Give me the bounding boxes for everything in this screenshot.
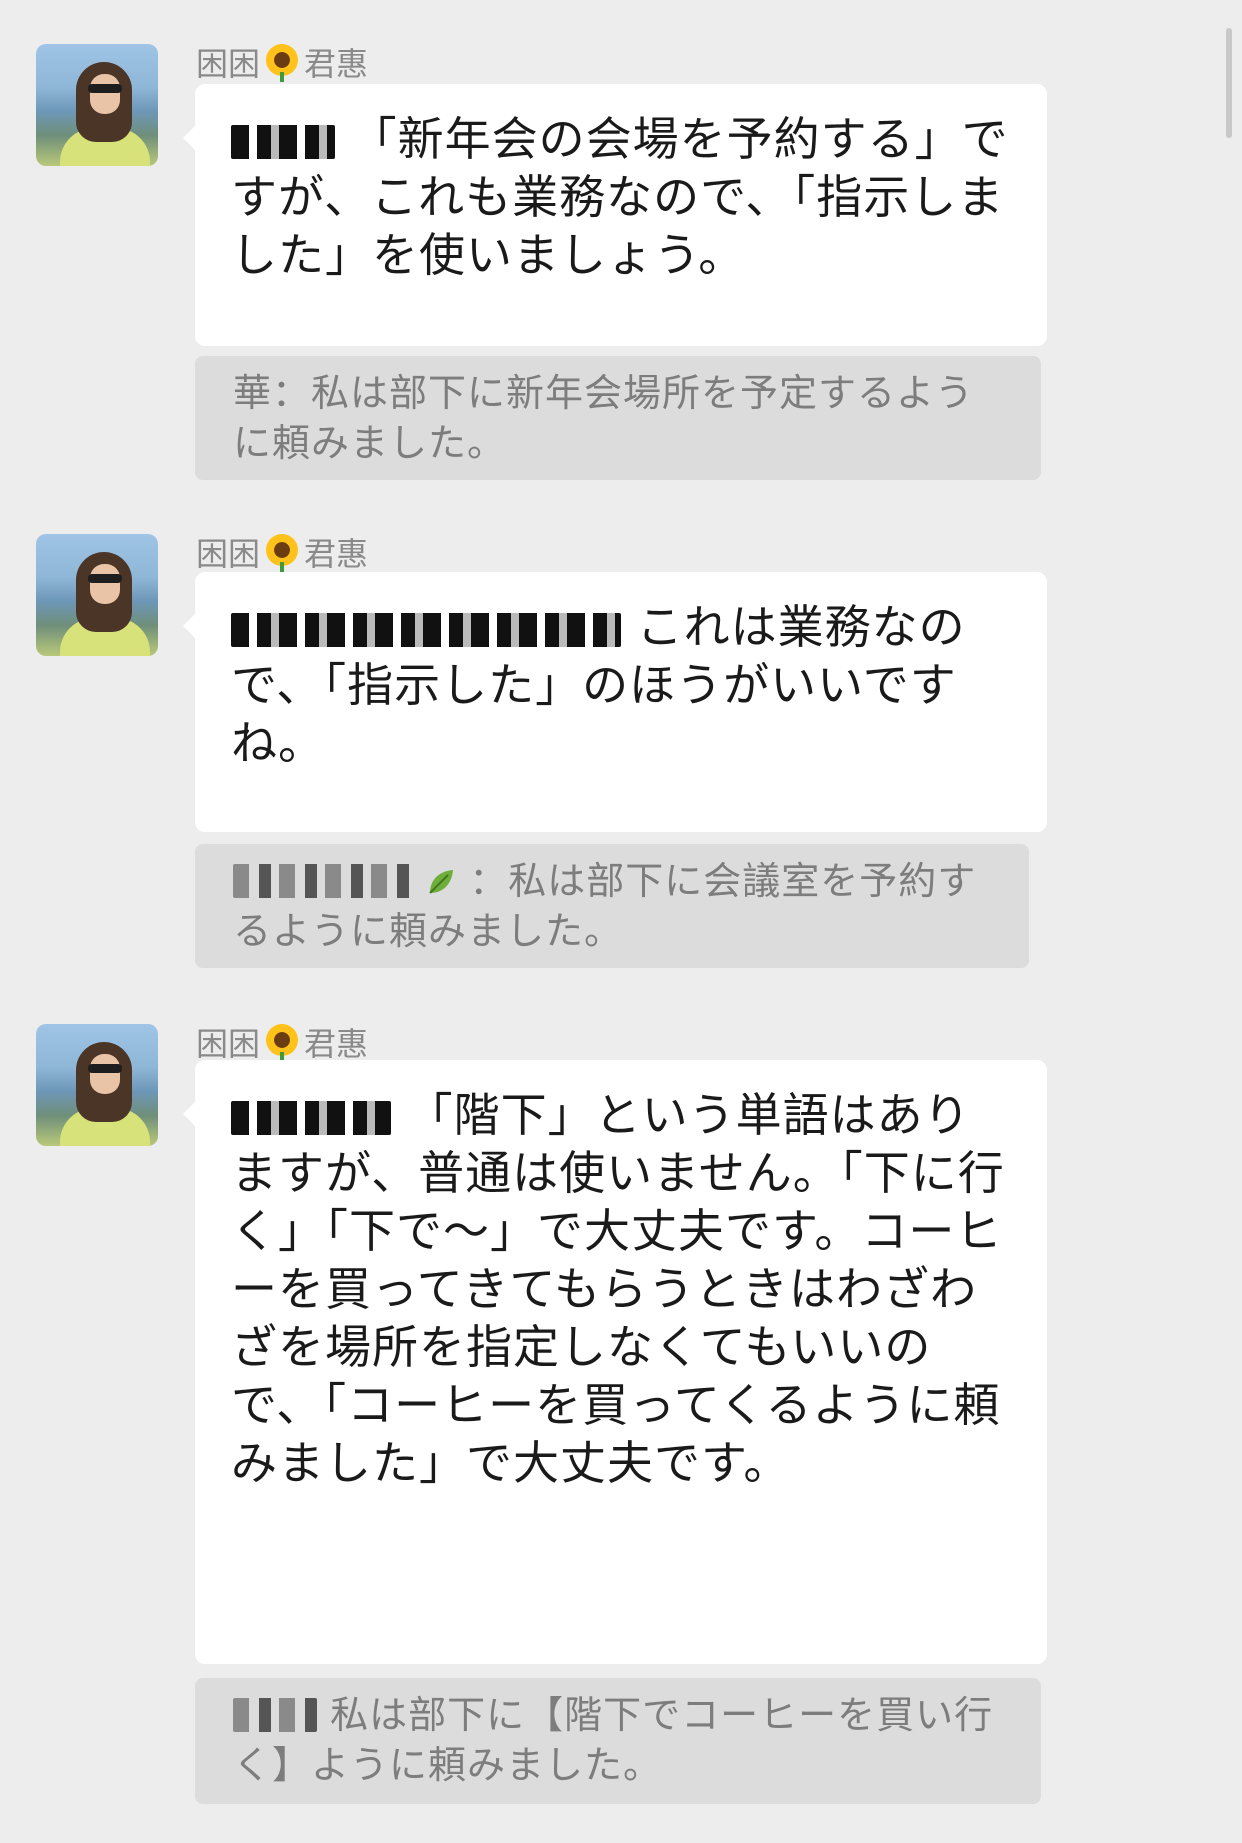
message-bubble[interactable]: これは業務なので、「指示した」のほうがいいですね。 (183, 572, 1047, 832)
sender-name-part: 君惠 (304, 535, 369, 573)
sunflower-icon (264, 44, 300, 82)
sender-name-part: 困困 (196, 1025, 261, 1063)
redacted-text (231, 125, 335, 159)
message-text: 「新年会の会場を予約する」ですが、これも業務なので、「指示しました」を使いましょ… (231, 112, 1009, 282)
message-bubble[interactable]: 「階下」という単語はありますが、普通は使いません。「下に行く」「下で～」で大丈夫… (183, 1060, 1047, 1664)
sender-name: 困困 君惠 (196, 1020, 368, 1064)
message-bubble[interactable]: 「新年会の会場を予約する」ですが、これも業務なので、「指示しました」を使いましょ… (183, 84, 1047, 346)
quoted-text: 私は部下に【階下でコーヒーを買い行く】ように頼みました。 (233, 1693, 994, 1787)
quoted-text: 華：私は部下に新年会場所を予定するように頼みました。 (233, 371, 975, 465)
redacted-text (231, 1101, 391, 1135)
sender-name-part: 困困 (196, 45, 261, 83)
avatar[interactable] (36, 534, 158, 656)
sender-name: 困困 君惠 (196, 40, 368, 84)
redacted-text (231, 613, 621, 647)
sender-name-part: 困困 (196, 535, 261, 573)
redacted-text (233, 1698, 317, 1732)
sender-name-part: 君惠 (304, 1025, 369, 1063)
quoted-message[interactable]: 私は部下に【階下でコーヒーを買い行く】ように頼みました。 (195, 1678, 1041, 1804)
message-text: 「階下」という単語はありますが、普通は使いません。「下に行く」「下で～」で大丈夫… (231, 1088, 1005, 1490)
sender-name: 困困 君惠 (196, 530, 368, 574)
sender-name-part: 君惠 (304, 45, 369, 83)
quoted-message[interactable]: 華：私は部下に新年会場所を予定するように頼みました。 (195, 356, 1041, 480)
sunflower-icon (264, 1024, 300, 1062)
sunflower-icon (264, 534, 300, 572)
quoted-message[interactable]: ：私は部下に会議室を予約するように頼みました。 (195, 844, 1029, 968)
scrollbar[interactable] (1226, 28, 1232, 138)
avatar[interactable] (36, 44, 158, 166)
redacted-text (233, 864, 413, 898)
avatar[interactable] (36, 1024, 158, 1146)
leaf-icon (429, 870, 454, 894)
